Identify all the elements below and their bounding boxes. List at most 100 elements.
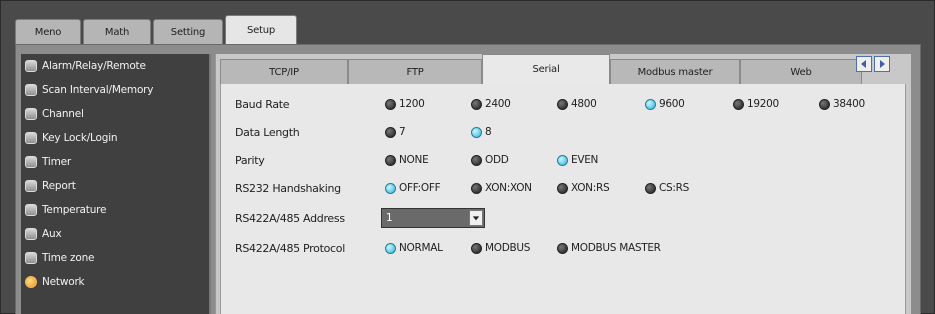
handshaking-option[interactable]: CS:RS xyxy=(645,178,689,198)
square-icon xyxy=(25,252,37,264)
address-value: 1 xyxy=(386,212,393,224)
orange-dot-icon xyxy=(25,276,37,288)
radio-selected-icon xyxy=(645,98,656,110)
radio-selected-icon xyxy=(557,154,568,166)
handshaking-option[interactable]: OFF:OFF xyxy=(385,178,441,198)
data-length-option[interactable]: 7 xyxy=(385,122,406,142)
scroll-right-button[interactable] xyxy=(874,56,890,72)
scroll-left-button[interactable] xyxy=(856,56,872,72)
handshaking-row: RS232 Handshaking OFF:OFF XON:XON XON:RS… xyxy=(235,178,905,198)
data-length-option[interactable]: 8 xyxy=(471,122,492,142)
handshaking-label: RS232 Handshaking xyxy=(235,181,341,195)
tab-setup[interactable]: Setup xyxy=(225,15,297,45)
top-tab-bar: Meno Math Setting Setup xyxy=(15,15,299,45)
square-icon xyxy=(25,180,37,192)
sidebar-item-timer[interactable]: Timer xyxy=(21,150,209,174)
radio-icon xyxy=(385,154,396,166)
sidebar-item-scan-interval-memory[interactable]: Scan Interval/Memory xyxy=(21,78,209,102)
baud-rate-option[interactable]: 2400 xyxy=(471,94,511,114)
sidebar-item-aux[interactable]: Aux xyxy=(21,222,209,246)
square-icon xyxy=(25,108,37,120)
tab-tcpip[interactable]: TCP/IP xyxy=(220,59,348,84)
sidebar-item-label: Channel xyxy=(42,108,84,120)
tab-serial[interactable]: Serial xyxy=(482,54,610,84)
radio-icon xyxy=(385,98,396,110)
baud-rate-label: Baud Rate xyxy=(235,97,290,111)
square-icon xyxy=(25,156,37,168)
network-panel: TCP/IP FTP Serial Modbus master Web Baud… xyxy=(215,54,911,314)
data-length-row: Data Length 7 8 xyxy=(235,122,905,142)
sidebar-item-label: Temperature xyxy=(42,204,107,216)
baud-rate-option[interactable]: 19200 xyxy=(733,94,779,114)
sidebar-item-label: Report xyxy=(42,180,76,192)
baud-rate-option[interactable]: 4800 xyxy=(557,94,597,114)
protocol-option[interactable]: MODBUS xyxy=(471,238,530,258)
radio-icon xyxy=(733,98,744,110)
network-subtab-bar: TCP/IP FTP Serial Modbus master Web xyxy=(220,54,862,84)
protocol-label: RS422A/485 Protocol xyxy=(235,241,345,255)
address-select[interactable]: 1 xyxy=(381,208,485,228)
baud-rate-option[interactable]: 1200 xyxy=(385,94,425,114)
radio-icon xyxy=(385,126,396,138)
data-length-label: Data Length xyxy=(235,125,300,139)
sidebar-item-label: Aux xyxy=(42,228,62,240)
sidebar-item-alarm-relay-remote[interactable]: Alarm/Relay/Remote xyxy=(21,54,209,78)
radio-icon xyxy=(471,98,482,110)
square-icon xyxy=(25,84,37,96)
radio-selected-icon xyxy=(385,182,396,194)
tab-scroll-arrows xyxy=(856,56,890,72)
radio-icon xyxy=(557,182,568,194)
triangle-right-icon xyxy=(880,60,885,68)
handshaking-option[interactable]: XON:RS xyxy=(557,178,610,198)
radio-icon xyxy=(471,242,482,254)
square-icon xyxy=(25,228,37,240)
radio-selected-icon xyxy=(385,242,396,254)
address-row: RS422A/485 Address 1 xyxy=(235,208,905,228)
sidebar-item-time-zone[interactable]: Time zone xyxy=(21,246,209,270)
baud-rate-option[interactable]: 9600 xyxy=(645,94,685,114)
sidebar-item-label: Timer xyxy=(42,156,72,168)
baud-rate-option[interactable]: 38400 xyxy=(819,94,865,114)
square-icon xyxy=(25,60,37,72)
settings-window: Meno Math Setting Setup Alarm/Relay/Remo… xyxy=(0,0,935,314)
parity-row: Parity NONE ODD EVEN xyxy=(235,150,905,170)
sidebar-item-key-lock-login[interactable]: Key Lock/Login xyxy=(21,126,209,150)
protocol-row: RS422A/485 Protocol NORMAL MODBUS MODBUS… xyxy=(235,238,905,258)
sidebar-item-network[interactable]: Network xyxy=(21,270,209,294)
sidebar-item-report[interactable]: Report xyxy=(21,174,209,198)
parity-label: Parity xyxy=(235,153,265,167)
radio-selected-icon xyxy=(471,126,482,138)
parity-option[interactable]: EVEN xyxy=(557,150,598,170)
parity-option[interactable]: NONE xyxy=(385,150,429,170)
baud-rate-row: Baud Rate 1200 2400 4800 9600 19200 3840… xyxy=(235,94,905,114)
radio-icon xyxy=(557,242,568,254)
protocol-option[interactable]: MODBUS MASTER xyxy=(557,238,661,258)
chevron-down-icon[interactable] xyxy=(469,210,483,226)
tab-modbus-master[interactable]: Modbus master xyxy=(610,59,740,84)
radio-icon xyxy=(471,182,482,194)
square-icon xyxy=(25,204,37,216)
sidebar-item-temperature[interactable]: Temperature xyxy=(21,198,209,222)
address-label: RS422A/485 Address xyxy=(235,211,345,225)
tab-meno[interactable]: Meno xyxy=(15,19,81,45)
radio-icon xyxy=(645,182,656,194)
square-icon xyxy=(25,132,37,144)
tab-web[interactable]: Web xyxy=(740,59,862,84)
tab-math[interactable]: Math xyxy=(83,19,151,45)
sidebar-item-channel[interactable]: Channel xyxy=(21,102,209,126)
serial-settings-form: Baud Rate 1200 2400 4800 9600 19200 3840… xyxy=(220,84,906,314)
triangle-left-icon xyxy=(861,60,866,68)
parity-option[interactable]: ODD xyxy=(471,150,509,170)
tab-ftp[interactable]: FTP xyxy=(348,59,482,84)
protocol-option[interactable]: NORMAL xyxy=(385,238,443,258)
sidebar-item-label: Key Lock/Login xyxy=(42,132,118,144)
radio-icon xyxy=(819,98,830,110)
sidebar-item-label: Scan Interval/Memory xyxy=(42,84,154,96)
sidebar-item-label: Time zone xyxy=(42,252,95,264)
radio-icon xyxy=(557,98,568,110)
handshaking-option[interactable]: XON:XON xyxy=(471,178,532,198)
sidebar-item-label: Network xyxy=(42,276,85,288)
radio-icon xyxy=(471,154,482,166)
sidebar-item-label: Alarm/Relay/Remote xyxy=(42,60,146,72)
tab-setting[interactable]: Setting xyxy=(153,19,223,45)
